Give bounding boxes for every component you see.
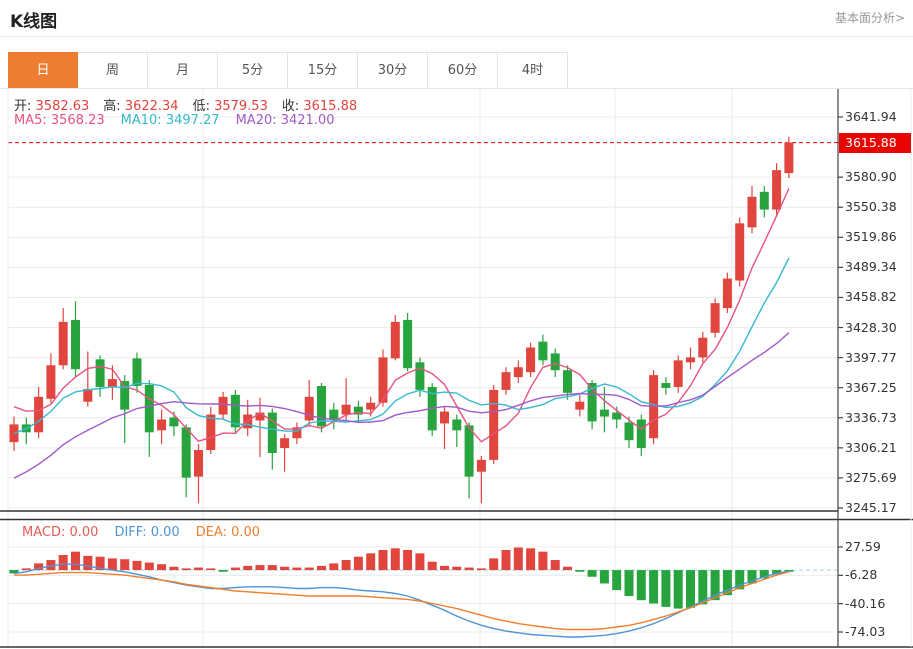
ohlc-value: 3622.34 [121,99,179,114]
ma20-line [14,333,789,478]
macd-value: DIFF: 0.00 [114,525,179,540]
axis-tick-label: 3306.21 [845,440,909,456]
ohlc-value: 3579.53 [210,99,268,114]
tab-60分[interactable]: 60分 [428,53,498,89]
tab-周[interactable]: 周 [78,53,148,89]
axis-tick-label: 3336.73 [845,410,909,426]
tab-15分[interactable]: 15分 [288,53,358,89]
macd-value: MACD: 0.00 [22,525,98,540]
macd-value: DEA: 0.00 [196,525,260,540]
ohlc-label: 低: [193,99,210,114]
axis-tick-label: 3580.90 [845,169,909,185]
axis-tick-label: 3641.94 [845,109,909,125]
page-title: K线图 [10,7,57,32]
chart-top-border [0,88,913,89]
axis-tick-label: 3519.86 [845,229,909,245]
current-price-badge: 3615.88 [839,133,911,153]
ma-value: MA5: 3568.23 [14,113,105,128]
tab-月[interactable]: 月 [148,53,218,89]
axis-tick-label: 3550.38 [845,199,909,215]
axis-tick-label: 3428.30 [845,320,909,336]
tab-30分[interactable]: 30分 [358,53,428,89]
axis-tick-label: -40.16 [845,596,909,612]
axis-tick-label: 3458.82 [845,289,909,305]
axis-tick-label: 3275.69 [845,470,909,486]
ma-value: MA20: 3421.00 [236,113,335,128]
ma-value: MA10: 3497.27 [121,113,220,128]
axis-tick-label: 3245.17 [845,500,909,516]
fundamental-analysis-link[interactable]: 基本面分析> [835,9,905,26]
axis-tick-label: -6.28 [845,567,909,583]
axis-tick-label: 3397.77 [845,350,909,366]
tab-5分[interactable]: 5分 [218,53,288,89]
ohlc-value: 3582.63 [31,99,89,114]
dea-line [14,572,789,630]
ohlc-value: 3615.88 [299,99,357,114]
ohlc-label: 开: [14,99,31,114]
axis-tick-label: 27.59 [845,539,909,555]
tab-4时[interactable]: 4时 [498,53,568,89]
axis-tick-label: 3367.25 [845,380,909,396]
ohlc-label: 高: [103,99,120,114]
ma-readout: MA5: 3568.23 MA10: 3497.27 MA20: 3421.00 [14,113,351,128]
period-tab-bar: 日周月5分15分30分60分4时 [8,52,568,88]
ohlc-label: 收: [282,99,299,114]
header-divider [0,36,913,37]
ma10-line [14,258,789,434]
axis-tick-label: 3489.34 [845,259,909,275]
axis-tick-label: -74.03 [845,624,909,640]
ohlc-readout: 开: 3582.63 高: 3622.34 低: 3579.53 收: 3615.88 [14,95,371,114]
tab-日[interactable]: 日 [8,52,78,89]
macd-readout: MACD: 0.00 DIFF: 0.00 DEA: 0.00 [22,525,276,540]
